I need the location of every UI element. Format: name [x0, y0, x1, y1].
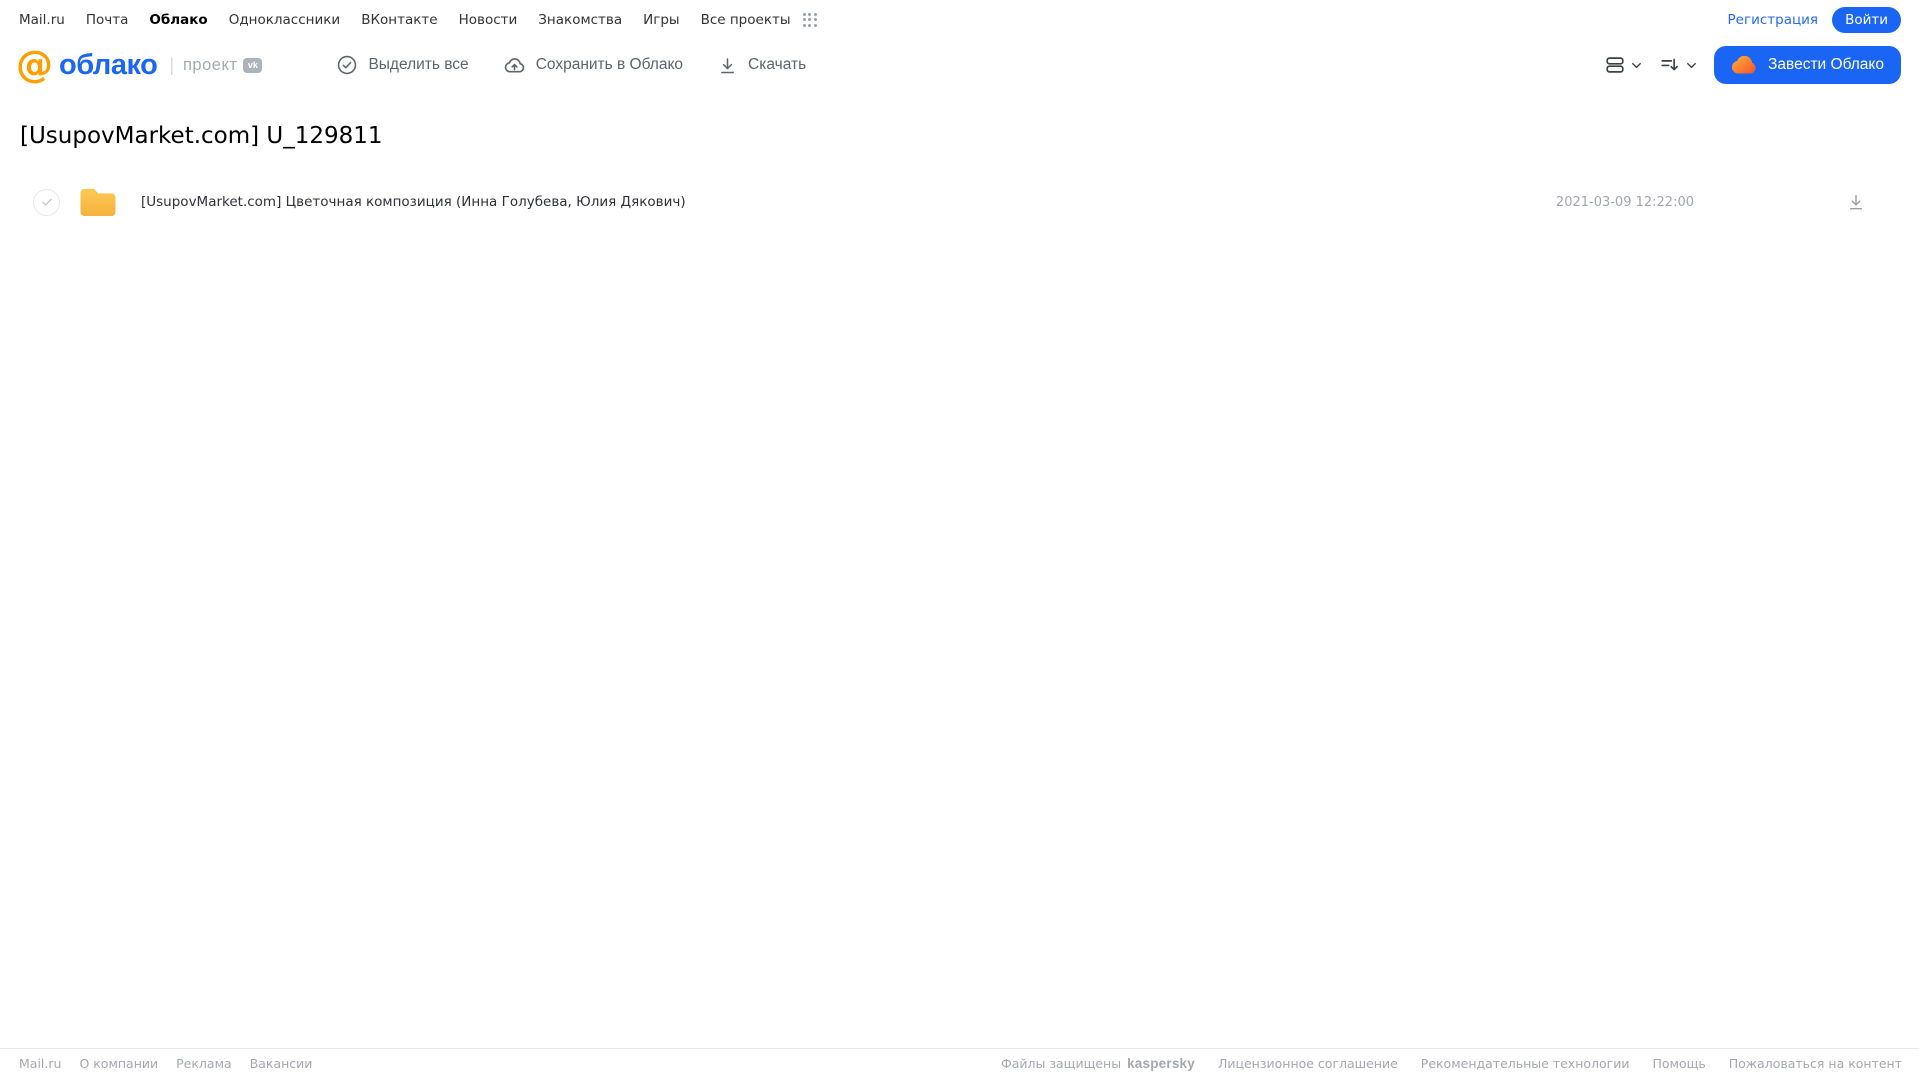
- sort-icon: [1659, 54, 1681, 76]
- file-toolbar: Выделить все Сохранить в Облако Скачать: [336, 54, 806, 77]
- save-to-cloud-button[interactable]: Сохранить в Облако: [503, 54, 683, 77]
- apps-grid-icon[interactable]: [802, 12, 818, 28]
- footer-link-license[interactable]: Лицензионное соглашение: [1218, 1056, 1398, 1071]
- portal-link-vk[interactable]: ВКонтакте: [361, 12, 437, 28]
- footer-right-links: Файлы защищены kaspersky Лицензионное со…: [1001, 1056, 1902, 1071]
- file-row[interactable]: [UsupovMarket.com] Цветочная композиция …: [20, 175, 1899, 229]
- registration-link[interactable]: Регистрация: [1728, 12, 1819, 28]
- cloud-upload-icon: [503, 54, 526, 77]
- cloud-header: @ облако | проект vk Выделить все Сохран…: [0, 38, 1919, 96]
- portal-link-ok[interactable]: Одноклассники: [229, 12, 340, 28]
- portal-link-games[interactable]: Игры: [643, 12, 679, 28]
- row-download-icon[interactable]: [1846, 192, 1866, 212]
- logo-wordmark: облако: [59, 49, 158, 81]
- row-checkbox[interactable]: [33, 188, 60, 216]
- sort-selector[interactable]: [1659, 54, 1699, 76]
- chevron-down-icon: [1684, 58, 1699, 73]
- mailru-at-icon: @: [16, 43, 53, 86]
- download-label: Скачать: [748, 56, 807, 73]
- files-protected-label: Файлы защищены: [1001, 1056, 1122, 1071]
- portal-link-news[interactable]: Новости: [459, 12, 518, 28]
- portal-link-mail[interactable]: Почта: [86, 12, 129, 28]
- folder-icon: [77, 184, 119, 220]
- download-button[interactable]: Скачать: [717, 55, 806, 76]
- footer-link-help[interactable]: Помощь: [1652, 1056, 1705, 1071]
- download-icon: [717, 55, 738, 76]
- select-all-button[interactable]: Выделить все: [336, 54, 469, 76]
- view-mode-selector[interactable]: [1604, 54, 1644, 76]
- orange-cloud-icon: [1731, 56, 1758, 74]
- footer-left-links: Mail.ru О компании Реклама Вакансии: [19, 1056, 312, 1071]
- file-name-link[interactable]: [UsupovMarket.com] Цветочная композиция …: [141, 194, 686, 210]
- footer-link-about[interactable]: О компании: [79, 1056, 158, 1071]
- save-to-cloud-label: Сохранить в Облако: [535, 56, 684, 73]
- main-content: [UsupovMarket.com] U_129811 [UsupovMarke…: [0, 123, 1919, 229]
- portal-link-mailru[interactable]: Mail.ru: [19, 12, 65, 28]
- footer-link-mailru[interactable]: Mail.ru: [19, 1056, 61, 1071]
- portal-link-all-projects[interactable]: Все проекты: [701, 12, 791, 28]
- chevron-down-icon: [1629, 58, 1644, 73]
- login-button[interactable]: Войти: [1832, 7, 1901, 33]
- file-date: 2021-03-09 12:22:00: [1555, 194, 1694, 210]
- page-footer: Mail.ru О компании Реклама Вакансии Файл…: [0, 1048, 1919, 1079]
- portal-link-cloud[interactable]: Облако: [149, 12, 207, 28]
- logo-project-label: проект: [183, 55, 238, 74]
- kaspersky-protection: Файлы защищены kaspersky: [1001, 1056, 1195, 1071]
- footer-link-report[interactable]: Пожаловаться на контент: [1729, 1056, 1902, 1071]
- get-cloud-button[interactable]: Завести Облако: [1714, 46, 1901, 84]
- footer-link-ads[interactable]: Реклама: [176, 1056, 232, 1071]
- portal-link-dating[interactable]: Знакомства: [538, 12, 622, 28]
- page-title: [UsupovMarket.com] U_129811: [20, 123, 383, 149]
- get-cloud-label: Завести Облако: [1768, 56, 1884, 73]
- list-view-icon: [1604, 54, 1626, 76]
- vk-badge-icon: vk: [243, 57, 263, 73]
- select-all-label: Выделить все: [368, 56, 469, 73]
- cloud-logo[interactable]: @ облако | проект vk: [16, 43, 263, 86]
- check-circle-icon: [336, 54, 358, 76]
- kaspersky-logo[interactable]: kaspersky: [1127, 1056, 1195, 1071]
- footer-link-jobs[interactable]: Вакансии: [250, 1056, 313, 1071]
- portal-nav: Mail.ru Почта Облако Одноклассники ВКонт…: [0, 0, 1919, 38]
- logo-divider: |: [169, 54, 174, 75]
- header-right-controls: Завести Облако: [1604, 46, 1901, 84]
- footer-link-recommendation[interactable]: Рекомендательные технологии: [1421, 1056, 1630, 1071]
